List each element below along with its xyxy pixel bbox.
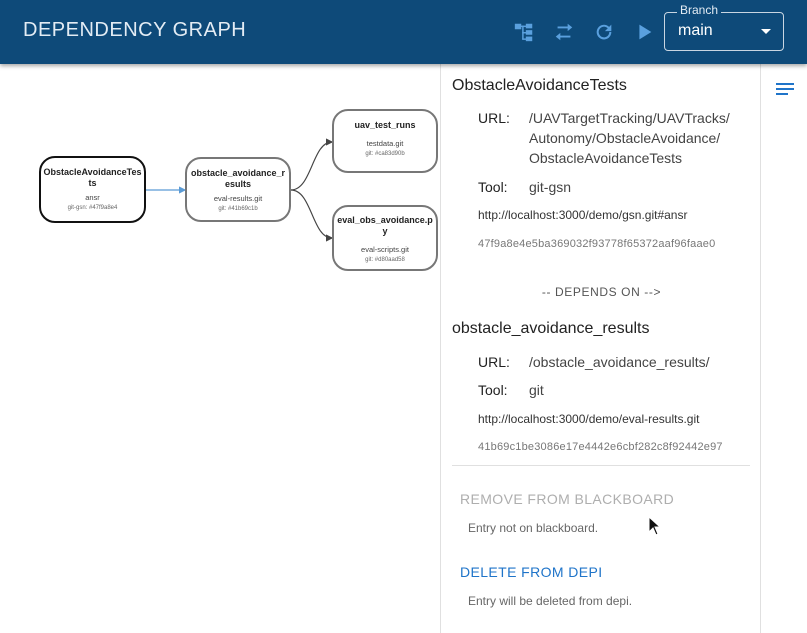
- details-panel: ObstacleAvoidanceTests URL: /UAVTargetTr…: [440, 64, 761, 633]
- app-root: DEPENDENCY GRAPH Branch main ObstacleAvo…: [0, 0, 807, 633]
- node-repo: testdata.git: [366, 139, 404, 148]
- secondary-link[interactable]: http://localhost:3000/demo/eval-results.…: [478, 412, 699, 426]
- graph-canvas[interactable]: ObstacleAvoidanceTests ansr git-gsn: #47…: [0, 64, 441, 633]
- primary-title: ObstacleAvoidanceTests: [452, 77, 627, 94]
- delete-from-depi-button[interactable]: DELETE FROM DEPI: [460, 564, 603, 580]
- graph-node-obstacle-avoidance-tests[interactable]: ObstacleAvoidanceTests ansr git-gsn: #47…: [39, 156, 146, 223]
- secondary-title: obstacle_avoidance_results: [452, 320, 650, 337]
- node-name: obstacle_avoidance_results: [190, 168, 286, 189]
- mouse-cursor-icon: [648, 516, 662, 536]
- play-icon[interactable]: [632, 20, 656, 44]
- right-rail: [760, 64, 807, 633]
- swap-icon[interactable]: [552, 20, 576, 44]
- node-repo: eval-scripts.git: [361, 245, 409, 254]
- secondary-tool-label: Tool:: [478, 382, 508, 398]
- primary-url: /UAVTargetTracking/UAVTracks/ Autonomy/O…: [529, 108, 730, 168]
- divider: [452, 465, 750, 466]
- url-line: /UAVTargetTracking/UAVTracks/: [529, 110, 730, 126]
- chevron-down-icon: [761, 29, 771, 34]
- page-title: DEPENDENCY GRAPH: [23, 19, 247, 41]
- primary-tool: git-gsn: [529, 179, 572, 195]
- secondary-url: /obstacle_avoidance_results/: [529, 354, 710, 370]
- primary-link[interactable]: http://localhost:3000/demo/gsn.git#ansr: [478, 208, 687, 222]
- primary-tool-label: Tool:: [478, 179, 508, 195]
- branch-select[interactable]: main: [664, 12, 784, 51]
- refresh-icon[interactable]: [592, 20, 616, 44]
- remove-from-blackboard-button[interactable]: REMOVE FROM BLACKBOARD: [460, 491, 674, 507]
- branch-label: Branch: [677, 3, 722, 17]
- secondary-hash: 41b69c1be3086e17e4442e6cbf282c8f92442e97: [478, 441, 723, 453]
- branch-value: main: [678, 22, 713, 39]
- notes-icon[interactable]: [776, 82, 796, 98]
- depends-on-label: -- DEPENDS ON -->: [541, 285, 662, 299]
- primary-url-label: URL:: [478, 110, 510, 126]
- url-line: Autonomy/ObstacleAvoidance/: [529, 130, 721, 146]
- node-hash: git: #d80aad58: [365, 257, 405, 263]
- graph-node-obstacle-avoidance-results[interactable]: obstacle_avoidance_results eval-results.…: [185, 157, 291, 222]
- node-hash: git: #41b69c1b: [218, 206, 258, 212]
- secondary-url-label: URL:: [478, 354, 510, 370]
- hierarchy-icon[interactable]: [512, 20, 536, 44]
- node-name: uav_test_runs: [354, 120, 416, 130]
- node-repo: ansr: [85, 193, 100, 202]
- app-header: DEPENDENCY GRAPH Branch main: [0, 0, 807, 64]
- graph-node-eval-obs-avoidance[interactable]: eval_obs_avoidance.py eval-scripts.git g…: [332, 205, 438, 271]
- url-line: ObstacleAvoidanceTests: [529, 150, 683, 166]
- node-name: ObstacleAvoidanceTests: [43, 167, 142, 188]
- graph-node-uav-test-runs[interactable]: uav_test_runs testdata.git git: #ca83d90…: [332, 109, 438, 173]
- node-repo: eval-results.git: [213, 194, 263, 203]
- node-name: eval_obs_avoidance.py: [337, 215, 433, 236]
- secondary-tool: git: [529, 382, 544, 398]
- delete-note: Entry will be deleted from depi.: [468, 594, 633, 608]
- remove-note: Entry not on blackboard.: [468, 521, 599, 535]
- node-hash: git: #ca83d90b: [365, 151, 405, 157]
- primary-hash: 47f9a8e4e5ba369032f93778f65372aaf96faae0: [478, 238, 716, 250]
- edge-results-to-runs: [290, 138, 334, 191]
- edge-results-to-eval: [290, 189, 334, 242]
- node-hash: git-gsn: #47f9a8e4: [67, 205, 118, 211]
